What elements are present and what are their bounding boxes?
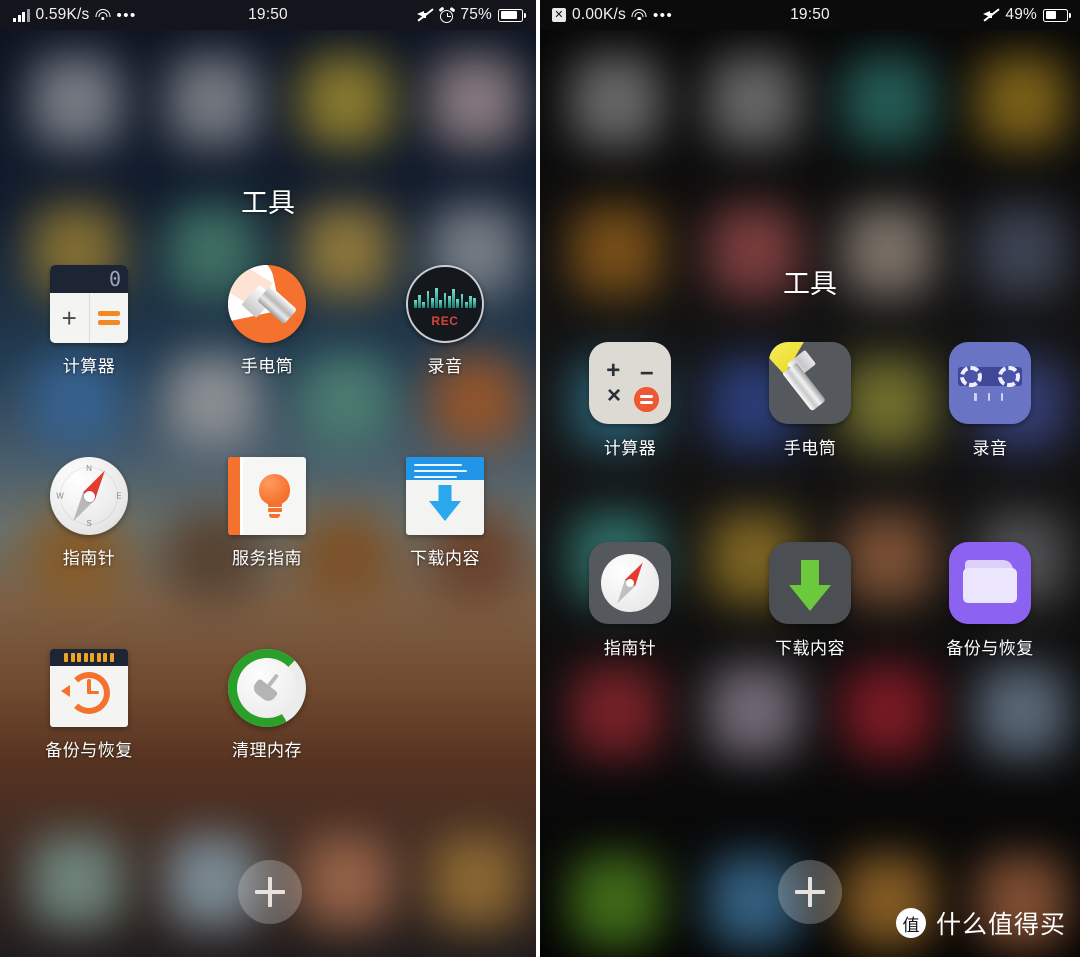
alarm-icon [438, 6, 455, 23]
app-label: 服务指南 [232, 549, 302, 569]
mute-icon [417, 8, 434, 22]
app-clean-memory[interactable]: 清理内存 [178, 649, 356, 761]
app-label: 指南针 [62, 549, 116, 569]
app-flashlight[interactable]: 手电筒 [720, 342, 900, 459]
left-folder-app-grid: 0 + 计算器 手电筒 REC 录音 N S W E 指南针 服务指南 下载内容… [0, 265, 536, 761]
app-row: 0 + 计算器 手电筒 REC 录音 [0, 265, 536, 377]
app-label: 录音 [427, 357, 463, 377]
app-label: 手电筒 [240, 357, 294, 377]
app-recorder[interactable]: REC 录音 [356, 265, 534, 377]
folder-backup-icon[interactable] [949, 542, 1031, 624]
download-icon[interactable] [406, 457, 484, 535]
app-flashlight[interactable]: 手电筒 [178, 265, 356, 377]
left-status-bar: 0.59K/s ••• 19:50 75% [0, 0, 536, 30]
app-backup-restore[interactable]: 备份与恢复 [0, 649, 178, 761]
clean-memory-icon[interactable] [228, 649, 306, 727]
calculator-icon[interactable]: 0 + [50, 265, 128, 343]
no-signal-icon: ✕ [552, 8, 566, 22]
compass-label-e: E [116, 491, 122, 501]
watermark-text: 什么值得买 [935, 910, 1066, 939]
add-app-button[interactable] [238, 860, 302, 924]
right-folder-title: 工具 [783, 269, 837, 300]
app-label: 指南针 [603, 639, 657, 659]
calc-symbol-equals [634, 387, 659, 412]
app-label: 计算器 [62, 357, 116, 377]
mute-icon [983, 8, 1000, 22]
compass-label-w: W [56, 491, 64, 501]
watermark: 值 什么值得买 [895, 905, 1066, 941]
compass-icon[interactable]: N S W E [50, 457, 128, 535]
app-backup-restore[interactable]: 备份与恢复 [900, 542, 1080, 659]
app-label: 录音 [972, 439, 1008, 459]
wifi-icon [95, 9, 111, 21]
network-speed-label: 0.00K/s [572, 6, 626, 23]
app-row: N S W E 指南针 服务指南 下载内容 [0, 457, 536, 569]
battery-icon [498, 8, 527, 22]
calc-symbol-plus: + [606, 357, 621, 385]
compass-icon[interactable] [589, 542, 671, 624]
backup-restore-icon[interactable] [50, 649, 128, 727]
download-icon[interactable] [769, 542, 851, 624]
more-dots-icon: ••• [652, 6, 674, 24]
app-label: 备份与恢复 [946, 639, 1034, 659]
rec-indicator-label: REC [431, 314, 459, 329]
flashlight-icon[interactable] [228, 265, 306, 343]
app-label: 手电筒 [783, 439, 837, 459]
service-guide-icon[interactable] [228, 457, 306, 535]
status-bar-clock: 19:50 [790, 6, 830, 23]
calculator-display-value: 0 [108, 267, 121, 292]
compass-label-s: S [86, 518, 92, 528]
calc-symbol-minus: − [639, 359, 654, 387]
wifi-icon [631, 9, 647, 21]
app-recorder[interactable]: 录音 [900, 342, 1080, 459]
recorder-icon[interactable] [949, 342, 1031, 424]
right-folder-app-grid: + − × 计算器 手电筒 录音 指南针 下载内容 备份与恢复 [540, 342, 1080, 659]
watermark-badge: 值 [895, 908, 926, 938]
left-phone-screen: 0.59K/s ••• 19:50 75% 工具 0 + 计算器 手电筒 REC… [0, 0, 536, 957]
app-label: 清理内存 [232, 741, 302, 761]
signal-bars-icon [13, 8, 30, 22]
recorder-icon[interactable]: REC [406, 265, 484, 343]
network-speed-label: 0.59K/s [35, 6, 90, 23]
app-compass[interactable]: 指南针 [540, 542, 720, 659]
battery-percent-label: 75% [460, 6, 492, 23]
battery-percent-label: 49% [1005, 6, 1037, 23]
compass-label-n: N [86, 464, 92, 474]
right-status-bar: ✕ 0.00K/s ••• 19:50 49% [540, 0, 1080, 30]
left-folder-title: 工具 [241, 188, 295, 219]
add-app-button[interactable] [778, 860, 842, 924]
app-label: 备份与恢复 [45, 741, 133, 761]
app-calculator[interactable]: + − × 计算器 [540, 342, 720, 459]
right-phone-screen: ✕ 0.00K/s ••• 19:50 49% 工具 + − × 计算器 手电筒… [540, 0, 1080, 957]
status-bar-clock: 19:50 [248, 6, 288, 23]
calc-symbol-multiply: × [607, 381, 622, 409]
app-download[interactable]: 下载内容 [356, 457, 534, 569]
app-compass[interactable]: N S W E 指南针 [0, 457, 178, 569]
app-row: + − × 计算器 手电筒 录音 [540, 342, 1080, 459]
screenshot-stage: 0.59K/s ••• 19:50 75% 工具 0 + 计算器 手电筒 REC… [0, 0, 1080, 957]
app-service-guide[interactable]: 服务指南 [178, 457, 356, 569]
app-download[interactable]: 下载内容 [720, 542, 900, 659]
app-row: 指南针 下载内容 备份与恢复 [540, 542, 1080, 659]
app-label: 下载内容 [775, 639, 845, 659]
flashlight-icon[interactable] [769, 342, 851, 424]
app-label: 下载内容 [410, 549, 480, 569]
more-dots-icon: ••• [116, 6, 137, 24]
app-label: 计算器 [603, 439, 657, 459]
calculator-icon[interactable]: + − × [589, 342, 671, 424]
app-row: 备份与恢复 清理内存 [0, 649, 536, 761]
app-calculator[interactable]: 0 + 计算器 [0, 265, 178, 377]
battery-icon [1043, 8, 1072, 22]
